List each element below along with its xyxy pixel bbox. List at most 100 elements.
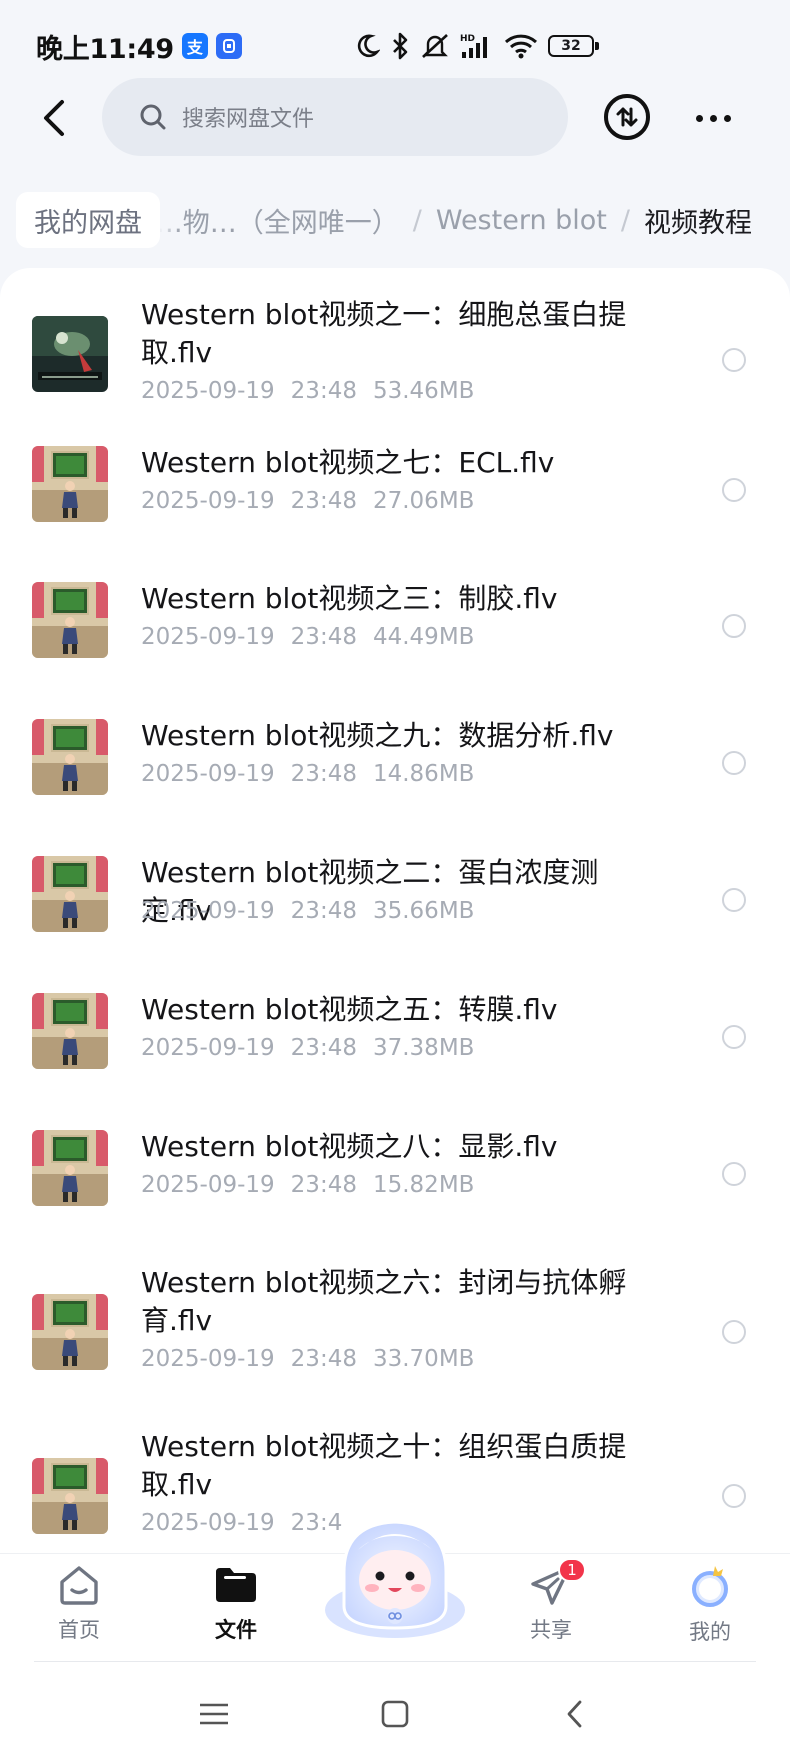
status-icons: HD 32 (354, 32, 599, 60)
video-thumbnail (32, 719, 108, 795)
status-time: 晚上11:49 (36, 33, 174, 65)
file-size: 15.82MB (372, 1172, 475, 1198)
more-options-button[interactable] (688, 98, 738, 138)
file-size: 44.49MB (372, 624, 475, 650)
file-date: 2025-09-19 (141, 1510, 275, 1536)
profile-avatar-icon (692, 1566, 728, 1607)
file-date: 2025-09-19 (141, 378, 275, 404)
file-meta: 2025-09-19 23:48 33.70MB (141, 1346, 490, 1372)
file-item[interactable]: Western blot视频之五：转膜.flv 2025-09-19 23:48 3… (0, 967, 790, 1095)
nav-mine[interactable]: 我的 (655, 1562, 765, 1654)
system-navigation-bar (0, 1661, 790, 1756)
system-back-button[interactable] (550, 1689, 600, 1739)
upload-download-icon (616, 107, 638, 127)
battery-icon: 32 (548, 35, 599, 57)
folder-icon (216, 1568, 256, 1602)
file-name: Western blot视频之七：ECL.flv (141, 446, 555, 479)
select-radio[interactable] (722, 1484, 746, 1508)
file-item[interactable]: Western blot视频之一：细胞总蛋白提取.flv 2025-09-19 2… (0, 268, 790, 420)
select-radio[interactable] (722, 1162, 746, 1186)
select-radio[interactable] (722, 348, 746, 372)
wifi-icon (504, 34, 538, 59)
file-time: 23:48 (290, 378, 357, 404)
breadcrumb-trail: …物…（全网唯一） / Western blot / 视频教程 (156, 188, 752, 252)
nav-files-label: 文件 (215, 1618, 257, 1642)
file-time: 23:48 (290, 1172, 357, 1198)
file-meta: 2025-09-19 23:48 15.82MB (141, 1172, 490, 1198)
breadcrumb-separator: / (620, 204, 630, 236)
file-item[interactable]: Western blot视频之九：数据分析.flv 2025-09-19 23:4… (0, 693, 790, 821)
search-icon (140, 104, 166, 130)
video-thumbnail (32, 856, 108, 932)
file-meta: 2025-09-19 23:48 44.49MB (141, 624, 490, 650)
nav-share[interactable]: 1 共享 (496, 1558, 606, 1654)
menu-lines-icon (200, 1703, 228, 1725)
file-date: 2025-09-19 (141, 624, 275, 650)
video-thumbnail (32, 582, 108, 658)
nav-files[interactable]: 文件 (181, 1562, 291, 1654)
back-button[interactable] (28, 92, 80, 144)
breadcrumb-separator: / (412, 204, 422, 236)
select-radio[interactable] (722, 1320, 746, 1344)
file-meta: 2025-09-19 23:48 27.06MB (141, 488, 490, 514)
file-size: 33.70MB (372, 1346, 475, 1372)
file-date: 2025-09-19 (141, 898, 275, 924)
square-icon (381, 1700, 409, 1728)
file-item[interactable]: Western blot视频之三：制胶.flv 2025-09-19 23:48 4… (0, 556, 790, 684)
select-radio[interactable] (722, 888, 746, 912)
file-time: 23:48 (290, 898, 357, 924)
alipay-icon: 支 (181, 33, 208, 59)
bluetooth-icon (393, 32, 408, 60)
file-name: Western blot视频之五：转膜.flv (141, 993, 558, 1026)
search-placeholder: 搜索网盘文件 (182, 107, 315, 132)
file-name: Western blot视频之三：制胶.flv (141, 582, 558, 615)
select-radio[interactable] (722, 1025, 746, 1049)
battery-level: 32 (561, 38, 581, 54)
file-item[interactable]: Western blot视频之二：蛋白浓度测定.flv 2025-09-19 23… (0, 830, 790, 958)
file-name: Western blot视频之八：显影.flv (141, 1130, 558, 1163)
mascot-icon (325, 1520, 465, 1638)
file-date: 2025-09-19 (141, 1172, 275, 1198)
dot-icon (709, 114, 717, 122)
file-name: Western blot视频之九：数据分析.flv (141, 719, 614, 752)
file-meta: 2025-09-19 23:48 53.46MB (141, 378, 490, 404)
file-meta: 2025-09-19 23:48 14.86MB (141, 761, 490, 787)
breadcrumb-item-current: 视频教程 (644, 207, 752, 239)
file-name: Western blot视频之六：封闭与抗体孵育.flv (141, 1266, 627, 1337)
file-list: Western blot视频之一：细胞总蛋白提取.flv 2025-09-19 2… (0, 268, 790, 1556)
file-time: 23:48 (290, 761, 357, 787)
breadcrumb-item-parent[interactable]: …物…（全网唯一） (156, 201, 399, 240)
assistant-mascot-button[interactable] (322, 1510, 468, 1642)
nav-home[interactable]: 首页 (24, 1562, 134, 1654)
file-size: 35.66MB (372, 898, 475, 924)
breadcrumb-item-western-blot[interactable]: Western blot (436, 205, 607, 236)
nav-mine-label: 我的 (689, 1620, 731, 1644)
transfer-button[interactable] (604, 94, 650, 140)
mute-icon (422, 34, 448, 58)
select-radio[interactable] (722, 751, 746, 775)
share-notification-badge: 1 (558, 1558, 586, 1582)
file-time: 23:48 (290, 624, 357, 650)
file-item[interactable]: Western blot视频之八：显影.flv 2025-09-19 23:48 1… (0, 1104, 790, 1232)
system-home-button[interactable] (370, 1689, 420, 1739)
file-item[interactable]: Western blot视频之六：封闭与抗体孵育.flv 2025-09-19 2… (0, 1240, 790, 1400)
search-input[interactable]: 搜索网盘文件 (102, 78, 568, 156)
video-thumbnail (32, 1294, 108, 1370)
select-radio[interactable] (722, 614, 746, 638)
file-meta: 2025-09-19 23:48 37.38MB (141, 1035, 490, 1061)
app-notification-icon (215, 33, 242, 59)
divider (34, 1661, 756, 1662)
moon-icon (357, 34, 380, 58)
video-thumbnail (32, 1130, 108, 1206)
nav-share-label: 共享 (530, 1618, 572, 1642)
video-thumbnail (32, 316, 108, 392)
home-icon (60, 1566, 98, 1605)
file-time: 23:48 (290, 1346, 357, 1372)
dot-icon (723, 114, 731, 122)
select-radio[interactable] (722, 478, 746, 502)
file-size: 14.86MB (372, 761, 475, 787)
file-item[interactable]: Western blot视频之七：ECL.flv 2025-09-19 23:48… (0, 420, 790, 548)
file-meta: 2025-09-19 23:48 35.66MB (141, 898, 490, 924)
breadcrumb-root[interactable]: 我的网盘 (16, 192, 160, 248)
system-menu-button[interactable] (189, 1689, 239, 1739)
